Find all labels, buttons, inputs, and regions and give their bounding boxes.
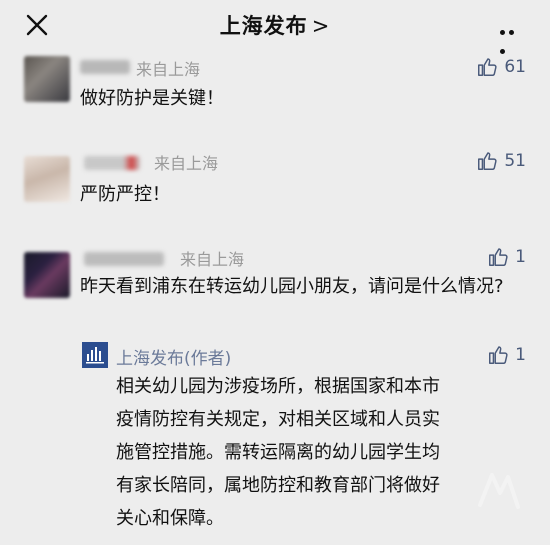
username[interactable] — [84, 156, 140, 170]
like-button[interactable]: 61 — [476, 56, 526, 78]
thumbs-up-icon — [478, 152, 497, 170]
comment-text: 严防严控！ — [80, 184, 170, 205]
thumbs-up-icon — [489, 346, 508, 364]
username[interactable] — [80, 60, 130, 74]
like-button[interactable]: 51 — [476, 150, 526, 172]
reply-text-line: 施管控措施。需转运隔离的幼儿园学生均 — [116, 442, 440, 463]
comment-text: 做好防护是关键！ — [80, 88, 224, 109]
more-icon-dot — [500, 49, 505, 54]
page-title-text: 上海发布 — [219, 14, 308, 38]
top-bar: 上海发布 > — [0, 0, 550, 54]
reply-text-line: 相关幼儿园为涉疫场所，根据国家和本市 — [116, 376, 440, 397]
location-label: 来自上海 — [136, 60, 201, 79]
reply-like-button[interactable]: 1 — [487, 344, 526, 366]
chevron-right-icon: > — [311, 14, 331, 38]
more-icon-dot — [509, 30, 514, 35]
like-count: 1 — [515, 247, 526, 267]
comment-text: 昨天看到浦东在转运幼儿园小朋友，请问是什么情况? — [80, 276, 504, 297]
author-name[interactable]: 上海发布(作者) — [116, 344, 231, 369]
location-label: 来自上海 — [154, 154, 219, 173]
like-count: 51 — [504, 151, 526, 171]
avatar[interactable] — [24, 156, 70, 202]
avatar[interactable] — [24, 252, 70, 298]
reply-text-line: 有家长陪同，属地防控和教育部门将做好 — [116, 475, 440, 496]
more-icon — [500, 30, 505, 35]
location-label: 来自上海 — [180, 250, 245, 269]
more-button[interactable] — [500, 20, 526, 54]
reply-text-line: 疫情防控有关规定，对相关区域和人员实 — [116, 409, 440, 430]
like-count: 61 — [504, 57, 526, 77]
shanghai-fabu-logo-icon — [82, 342, 108, 368]
page-title[interactable]: 上海发布 > — [0, 10, 550, 40]
reply-text: 相关幼儿园为涉疫场所，根据国家和本市 疫情防控有关规定，对相关区域和人员实 施管… — [116, 370, 520, 535]
reply-text-line: 关心和保障。 — [116, 508, 224, 529]
username[interactable] — [84, 252, 164, 266]
watermark-logo — [478, 473, 520, 509]
author-avatar[interactable] — [82, 342, 108, 368]
like-button[interactable]: 1 — [487, 246, 526, 268]
like-count: 1 — [515, 345, 526, 365]
thumbs-up-icon — [489, 248, 508, 266]
thumbs-up-icon — [478, 58, 497, 76]
avatar[interactable] — [24, 56, 70, 102]
